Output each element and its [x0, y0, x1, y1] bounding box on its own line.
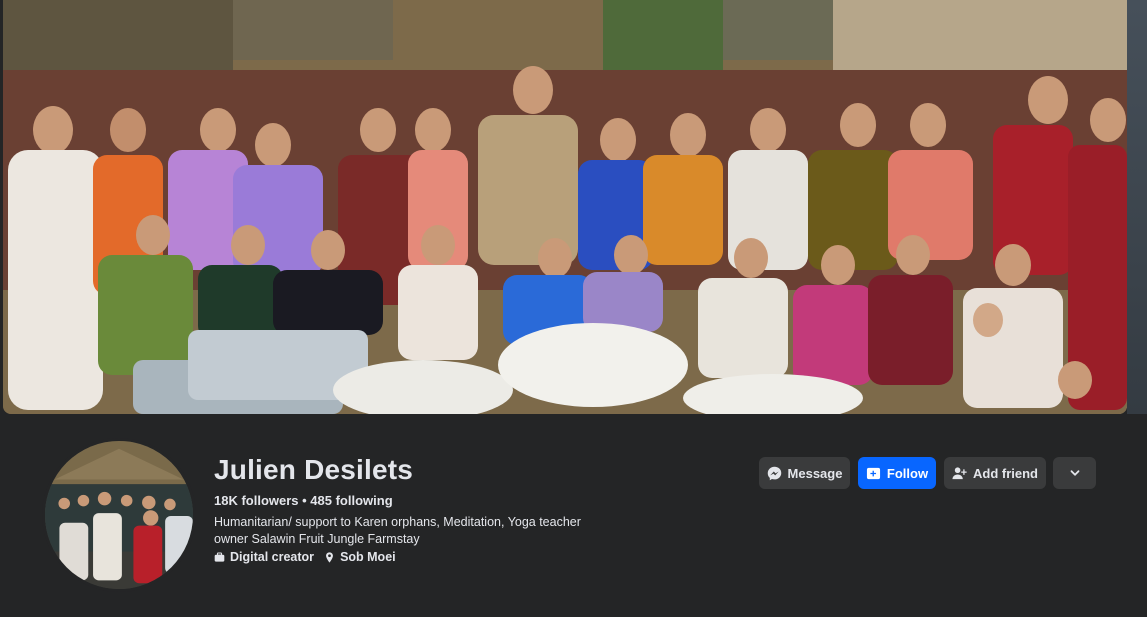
- page-edge: [1127, 0, 1147, 414]
- category-label: Digital creator: [230, 550, 315, 564]
- add-friend-icon: [952, 466, 967, 479]
- follow-label: Follow: [886, 465, 929, 481]
- location-label: Sob Moei: [340, 550, 396, 564]
- follower-stats[interactable]: 18K followers • 485 following: [214, 493, 393, 508]
- bio-line: Humanitarian/ support to Karen orphans, …: [214, 515, 581, 529]
- profile-bio: Humanitarian/ support to Karen orphans, …: [214, 514, 634, 548]
- more-options-button[interactable]: [1053, 457, 1096, 489]
- profile-page: Julien Desilets 18K followers • 485 foll…: [0, 0, 1147, 617]
- briefcase-icon: [214, 552, 225, 562]
- avatar-image: [45, 441, 193, 589]
- profile-name: Julien Desilets: [214, 454, 414, 485]
- add-friend-button[interactable]: Add friend: [944, 457, 1046, 489]
- message-label: Message: [787, 465, 843, 481]
- message-button[interactable]: Message: [759, 457, 850, 489]
- cover-photo-image: [3, 0, 1127, 414]
- category-detail: Digital creator: [214, 550, 314, 564]
- chevron-down-icon: [1070, 470, 1079, 476]
- messenger-icon: [767, 466, 781, 480]
- add-friend-label: Add friend: [973, 465, 1038, 481]
- cover-photo[interactable]: [3, 0, 1127, 414]
- follow-button[interactable]: Follow: [858, 457, 936, 489]
- follow-icon: [866, 467, 880, 479]
- bio-line: owner Salawin Fruit Jungle Farmstay: [214, 532, 420, 546]
- location-pin-icon: [326, 551, 333, 563]
- profile-details: Digital creator Sob Moei: [214, 550, 396, 564]
- location-detail[interactable]: Sob Moei: [324, 550, 396, 564]
- avatar[interactable]: [42, 438, 196, 592]
